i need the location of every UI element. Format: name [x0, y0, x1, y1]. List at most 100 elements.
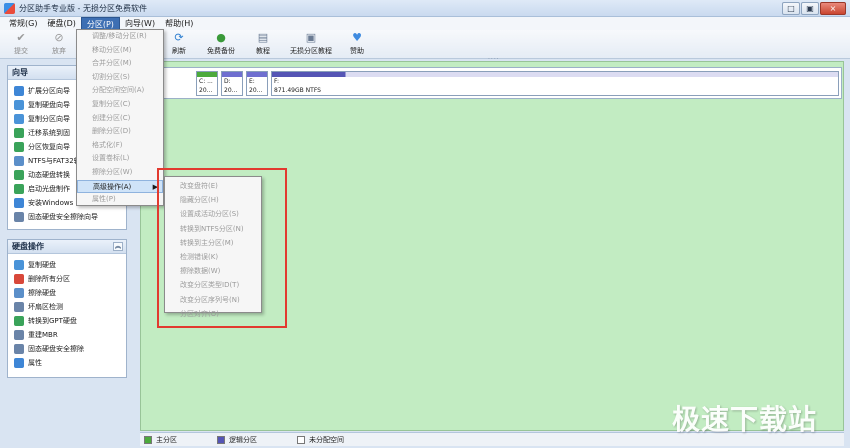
- discard-button[interactable]: ⊘ 放弃: [52, 32, 66, 56]
- copy-disk-icon: [14, 100, 24, 110]
- disk-op-label: 转换到GPT硬盘: [28, 317, 77, 325]
- disk-op-copy-disk[interactable]: 复制硬盘: [8, 258, 126, 272]
- copy-partition-icon: [14, 114, 24, 124]
- disk-operations-panel: 硬盘操作 ︽ 复制硬盘 删除所有分区 擦除硬盘 坏扇区检测 转换到GPT硬盘 重…: [7, 239, 127, 378]
- mbr-icon: [14, 330, 24, 340]
- lossless-tutorial-label: 无损分区教程: [290, 47, 332, 55]
- tutorial-icon: ▤: [257, 31, 269, 44]
- wizard-item-ssd-erase[interactable]: 固态硬盘安全擦除向导: [8, 210, 126, 224]
- unallocated-swatch: [297, 435, 305, 444]
- disk-op-label: 属性: [28, 359, 42, 367]
- menu-item-copy-partition[interactable]: 复制分区(C): [77, 98, 163, 112]
- wizard-item-label: 分区恢复向导: [28, 143, 70, 151]
- wizard-panel-title: 向导: [12, 68, 28, 77]
- window-controls: □ ▣ ×: [782, 2, 846, 15]
- menu-item-split-partition[interactable]: 切割分区(S): [77, 71, 163, 85]
- partition-dropdown-menu: 调整/移动分区(R) 移动分区(M) 合并分区(M) 切割分区(S) 分配空闲空…: [76, 29, 164, 206]
- wizard-icon: [14, 86, 24, 96]
- submit-button[interactable]: ✔ 提交: [14, 32, 28, 56]
- disk-op-delete-all[interactable]: 删除所有分区: [8, 272, 126, 286]
- maximize-button[interactable]: ▣: [801, 2, 819, 15]
- tutorial-button[interactable]: ▤ 教程: [256, 32, 270, 56]
- migrate-icon: [14, 128, 24, 138]
- menu-item-create-partition[interactable]: 创建分区(C): [77, 112, 163, 126]
- free-backup-button[interactable]: ● 免费备份: [207, 32, 235, 56]
- refresh-label: 刷新: [172, 47, 186, 55]
- free-backup-label: 免费备份: [207, 47, 235, 55]
- wizard-item-label: 复制分区向导: [28, 115, 70, 123]
- primary-swatch: [144, 435, 152, 444]
- legend-unallocated: 未分配空间: [297, 435, 344, 445]
- partition-size: 20...: [249, 87, 263, 94]
- sponsor-button[interactable]: ♥ 赞助: [350, 32, 364, 56]
- collapse-icon[interactable]: ︽: [113, 242, 123, 251]
- menu-item-merge-partition[interactable]: 合并分区(M): [77, 57, 163, 71]
- menu-general[interactable]: 常规(G): [4, 17, 42, 30]
- menu-item-set-label[interactable]: 设置卷标(L): [77, 152, 163, 166]
- disk-op-rebuild-mbr[interactable]: 重建MBR: [8, 328, 126, 342]
- disk-op-wipe-disk[interactable]: 擦除硬盘: [8, 286, 126, 300]
- partition-letter: C: ...: [199, 78, 213, 85]
- ssd-icon: [14, 344, 24, 354]
- wipe-icon: [14, 288, 24, 298]
- partition-d[interactable]: D: 20...: [221, 71, 243, 96]
- legend-label: 未分配空间: [309, 435, 344, 444]
- menu-item-advanced[interactable]: 高级操作(A) ▶: [77, 179, 163, 194]
- watermark: 极速下载站: [672, 403, 818, 436]
- properties-icon: [14, 358, 24, 368]
- legend-logical: 逻辑分区: [217, 435, 257, 445]
- wizard-item-label: NTFS与FAT32转: [28, 157, 81, 165]
- partition-e[interactable]: E: 20...: [246, 71, 268, 96]
- tutorial-label: 教程: [256, 47, 270, 55]
- disk-op-label: 删除所有分区: [28, 275, 70, 283]
- disk-op-label: 固态硬盘安全擦除: [28, 345, 84, 353]
- disk-op-bad-sector[interactable]: 坏扇区检测: [8, 300, 126, 314]
- partition-size: 20...: [199, 87, 213, 94]
- wizard-item-label: 启动光盘制作: [28, 185, 70, 193]
- recovery-icon: [14, 142, 24, 152]
- heart-icon: ♥: [352, 31, 362, 44]
- wizard-item-label: 扩展分区向导: [28, 87, 70, 95]
- discard-icon: ⊘: [54, 31, 64, 44]
- delete-icon: [14, 274, 24, 284]
- window-title: 分区助手专业版 - 无损分区免费软件: [19, 4, 147, 13]
- partition-f[interactable]: F: 871.49GB NTFS: [271, 71, 839, 96]
- menu-item-wipe-partition[interactable]: 擦除分区(W): [77, 166, 163, 180]
- menu-item-allocate-free-space[interactable]: 分配空闲空间(A): [77, 84, 163, 98]
- disk-op-label: 擦除硬盘: [28, 289, 56, 297]
- refresh-button[interactable]: ⟳ 刷新: [172, 32, 186, 56]
- tutorial-video-icon: ▣: [305, 31, 317, 44]
- menu-item-properties[interactable]: 属性(P): [77, 193, 163, 207]
- disk-op-convert-gpt[interactable]: 转换到GPT硬盘: [8, 314, 126, 328]
- disk-panel-header: 硬盘操作 ︽: [8, 240, 126, 254]
- wizard-item-label: 固态硬盘安全擦除向导: [28, 213, 98, 221]
- ssd-icon: [14, 212, 24, 222]
- wizard-item-label: 迁移系统到固: [28, 129, 70, 137]
- disk-op-properties[interactable]: 属性: [8, 356, 126, 370]
- check-icon: ✔: [16, 31, 26, 44]
- dynamic-disk-icon: [14, 170, 24, 180]
- disk-op-ssd-erase[interactable]: 固态硬盘安全擦除: [8, 342, 126, 356]
- menu-help[interactable]: 帮助(H): [160, 17, 198, 30]
- menu-item-format[interactable]: 格式化(F): [77, 139, 163, 153]
- wizard-item-label: 复制硬盘向导: [28, 101, 70, 109]
- disk-op-label: 复制硬盘: [28, 261, 56, 269]
- close-button[interactable]: ×: [820, 2, 846, 15]
- menu-item-resize-move[interactable]: 调整/移动分区(R): [77, 30, 163, 44]
- menu-item-move-partition[interactable]: 移动分区(M): [77, 44, 163, 58]
- partition-letter: E:: [249, 78, 255, 85]
- partition-c[interactable]: C: ... 20...: [196, 71, 218, 96]
- menu-item-delete-partition[interactable]: 删除分区(D): [77, 125, 163, 139]
- minimize-button[interactable]: □: [782, 2, 800, 15]
- lossless-tutorial-button[interactable]: ▣ 无损分区教程: [290, 32, 332, 56]
- wizard-item-label: 安装Windows: [28, 199, 74, 207]
- submit-label: 提交: [14, 47, 28, 55]
- partition-size: 20...: [224, 87, 238, 94]
- discard-label: 放弃: [52, 47, 66, 55]
- convert-gpt-icon: [14, 316, 24, 326]
- convert-fs-icon: [14, 156, 24, 166]
- refresh-icon: ⟳: [174, 31, 184, 44]
- disk-op-label: 重建MBR: [28, 331, 58, 339]
- logical-swatch: [217, 435, 225, 444]
- disk-row[interactable]: 盘1 MBR GB C: ... 20... D: 20... E: 20...…: [143, 67, 842, 99]
